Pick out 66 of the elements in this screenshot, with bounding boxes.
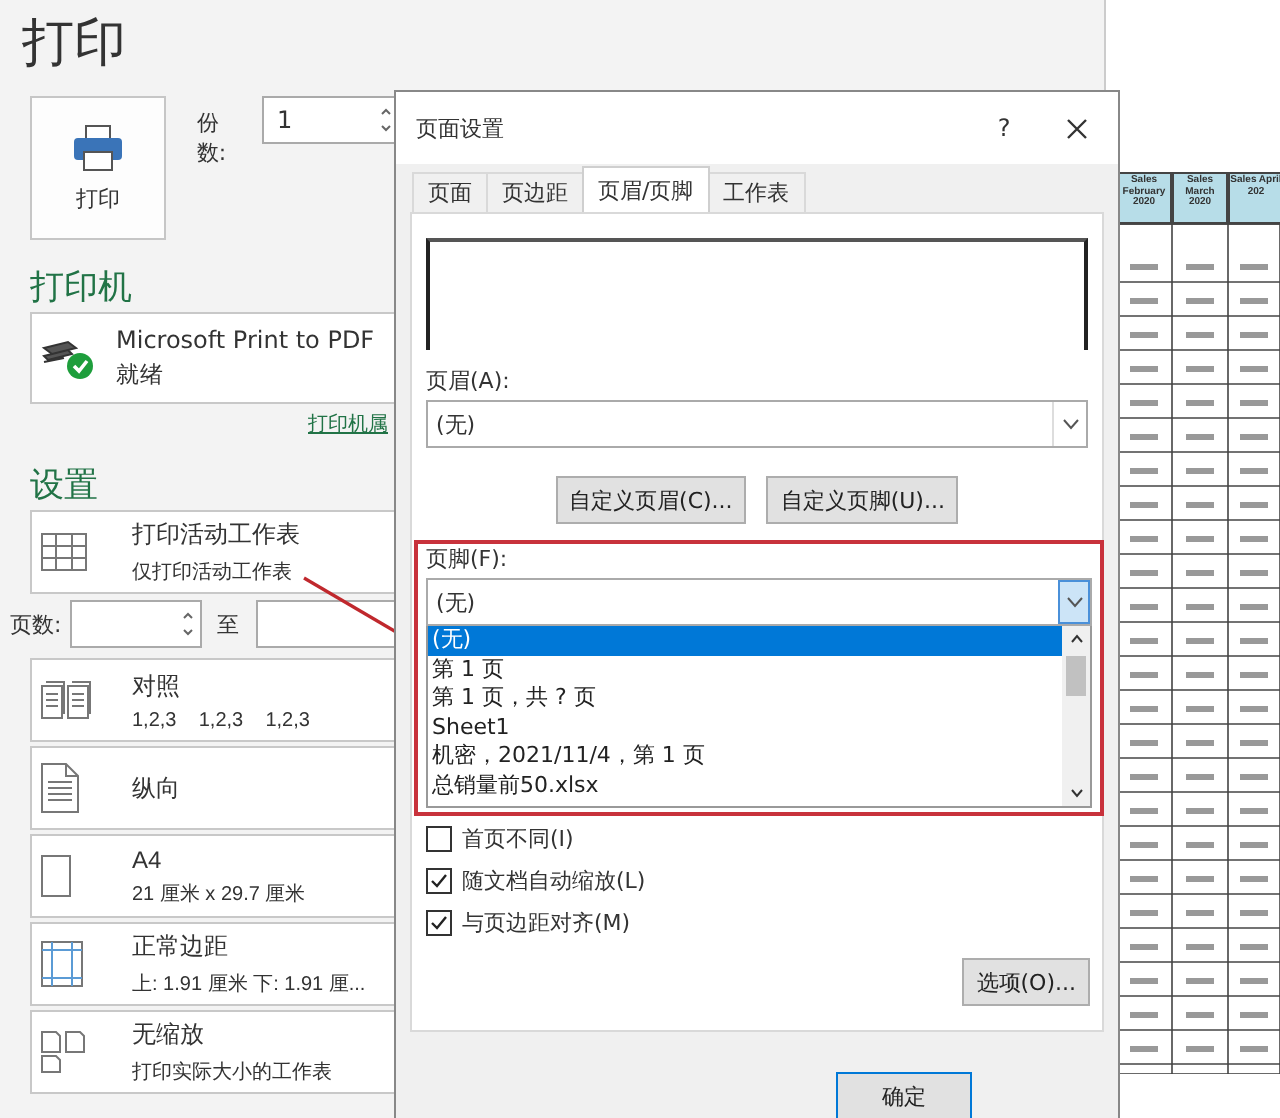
spinner-icon[interactable] <box>380 106 392 134</box>
printer-properties-link[interactable]: 打印机属 <box>308 410 388 438</box>
footer-option[interactable]: Sheet1 <box>428 713 1062 742</box>
footer-dropdown[interactable]: (无) <box>426 578 1092 626</box>
printer-icon <box>72 123 125 171</box>
section-heading: 设置 <box>30 464 100 510</box>
collated-pages-icon <box>40 680 92 720</box>
setting-subtitle: 打印实际大小的工作表 <box>132 1059 332 1086</box>
setting-subtitle: 上: 1.91 厘米 下: 1.91 厘... <box>132 971 366 998</box>
setting-title: 无缩放 <box>132 1018 206 1052</box>
pages-to-label: 至 <box>217 609 240 639</box>
scrollbar[interactable] <box>1062 626 1090 806</box>
page-from-field[interactable] <box>69 600 202 648</box>
header-label: 页眉(A): <box>426 366 512 396</box>
setting-subtitle: 1,2,3 1,2,3 1,2,3 <box>132 709 310 731</box>
footer-label: 页脚(F): <box>426 544 510 574</box>
dialog-tab[interactable]: 页眉/页脚 <box>582 166 710 212</box>
checkbox[interactable] <box>426 910 452 936</box>
checkbox-label: 随文档自动缩放(L) <box>462 866 646 896</box>
header-dropdown[interactable]: (无) <box>426 400 1088 448</box>
setting-title: 正常边距 <box>132 930 230 964</box>
footer-option[interactable]: 第 1 页 <box>428 655 1062 684</box>
scrollbar-thumb[interactable] <box>1066 656 1086 696</box>
portrait-page-icon <box>40 762 80 814</box>
printer-status: 就绪 <box>116 360 166 390</box>
chevron-down-icon <box>1065 596 1083 608</box>
page-title: 打印 <box>22 12 128 78</box>
close-icon <box>1065 117 1087 139</box>
checkbox[interactable] <box>426 868 452 894</box>
setting-title: 纵向 <box>132 771 180 805</box>
sheet-grid-icon <box>40 532 88 572</box>
print-button[interactable]: 打印 <box>30 96 167 240</box>
dialog-tab[interactable]: 页面 <box>412 172 488 212</box>
custom-button[interactable]: 自定义页脚(U)... <box>766 476 959 524</box>
copies-label: 份数: <box>196 108 229 168</box>
margins-icon <box>40 940 84 988</box>
setting-title: A4 <box>132 845 164 873</box>
section-heading: 打印机 <box>30 266 134 312</box>
scroll-up-icon <box>1069 634 1083 644</box>
footer-option[interactable]: 第 1 页，共 ? 页 <box>428 684 1062 713</box>
spinner-icon[interactable] <box>181 610 194 638</box>
custom-button[interactable]: 自定义页眉(C)... <box>555 476 747 524</box>
dialog-title: 页面设置 <box>416 113 506 143</box>
footer-option[interactable]: 总销量前50.xlsx <box>428 771 1062 800</box>
checkbox-label: 首页不同(I) <box>462 824 574 854</box>
page-to-field[interactable] <box>255 600 396 648</box>
help-button[interactable]: ? <box>974 114 1034 142</box>
scroll-down-icon <box>1069 788 1083 798</box>
printer-name: Microsoft Print to PDF <box>116 326 375 354</box>
dialog-tab[interactable]: 工作表 <box>707 172 806 212</box>
pages-scaling-icon <box>40 1030 88 1074</box>
ok-button[interactable]: 确定 <box>836 1072 972 1118</box>
chevron-down-icon <box>1061 418 1079 430</box>
printer-ready-icon <box>40 336 96 380</box>
setting-title: 对照 <box>132 669 182 703</box>
copies-field[interactable]: 1 <box>262 96 400 144</box>
options-button[interactable]: 选项(O)... <box>962 958 1090 1006</box>
scope-subtitle: 仅打印活动工作表 <box>132 559 294 586</box>
footer-option[interactable]: (无) <box>428 626 1062 655</box>
scope-title: 打印活动工作表 <box>132 518 300 552</box>
checkbox-label: 与页边距对齐(M) <box>462 908 631 938</box>
paper-size-icon <box>40 854 72 898</box>
checkbox[interactable] <box>426 826 452 852</box>
setting-subtitle: 21 厘米 x 29.7 厘米 <box>132 881 306 907</box>
pages-label: 页数: <box>10 609 62 639</box>
footer-option[interactable]: 机密，2021/11/4，第 1 页 <box>428 742 1062 771</box>
